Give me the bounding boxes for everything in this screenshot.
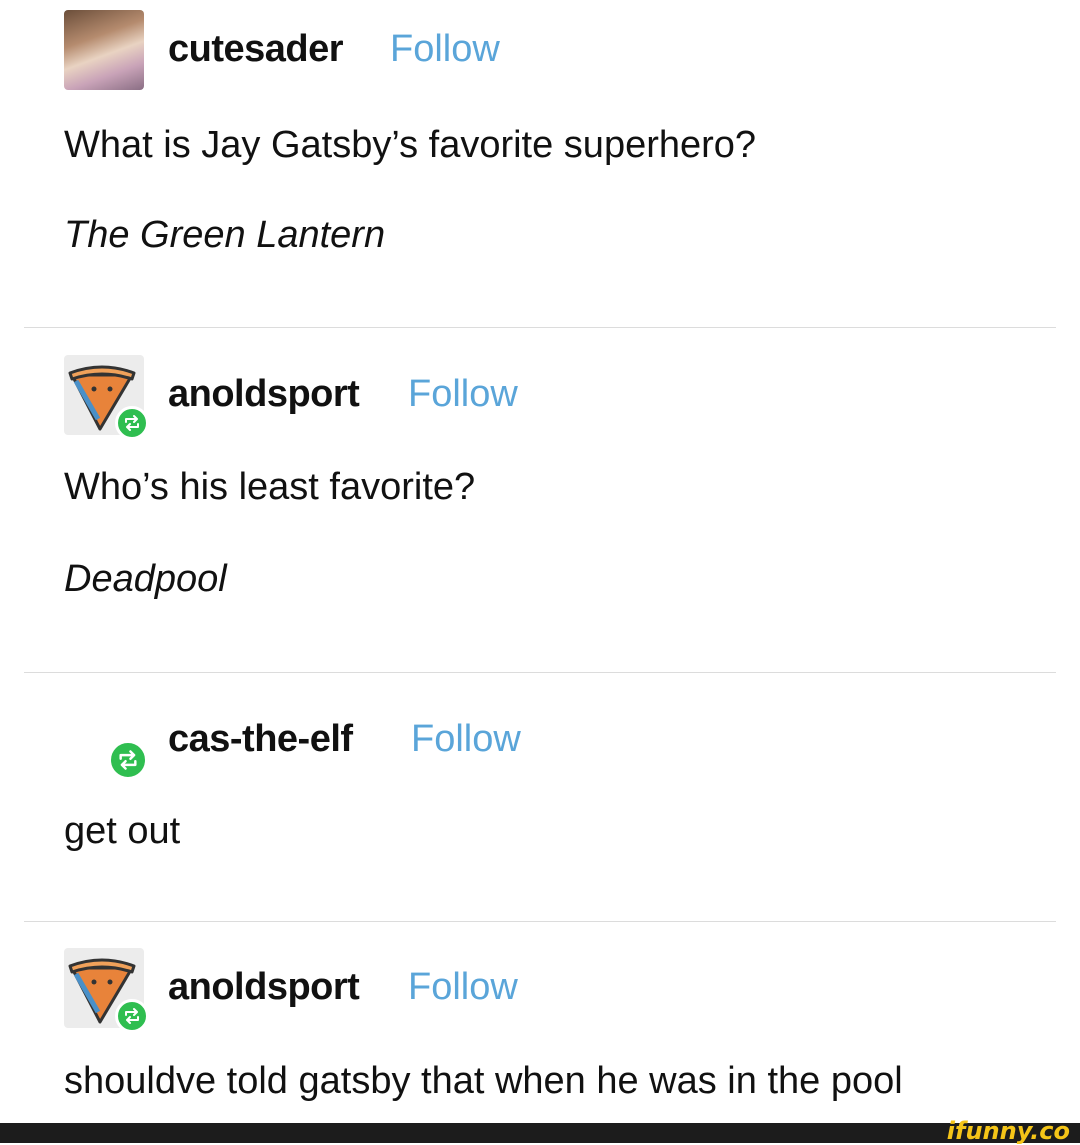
divider (24, 327, 1056, 328)
post-text-italic: Deadpool (64, 558, 227, 600)
reblog-badge (115, 406, 149, 440)
follow-button[interactable]: Follow (390, 28, 500, 71)
reblog-badge (115, 999, 149, 1033)
username[interactable]: cas-the-elf (168, 718, 353, 761)
reblog-icon (119, 750, 137, 770)
reblog-badge (108, 740, 148, 780)
divider (24, 672, 1056, 673)
post-text: get out (64, 810, 181, 852)
username[interactable]: anoldsport (168, 373, 360, 416)
reblog-icon (125, 1008, 139, 1024)
follow-button[interactable]: Follow (408, 373, 518, 416)
watermark-logo: ifunny.co (946, 1117, 1070, 1145)
divider (24, 921, 1056, 922)
avatar[interactable] (64, 10, 144, 90)
follow-button[interactable]: Follow (408, 966, 518, 1009)
reblog-icon (125, 415, 139, 431)
post-text-italic: The Green Lantern (64, 214, 386, 256)
post-text: What is Jay Gatsby’s favorite superhero? (64, 124, 757, 166)
watermark-bar: ifunny.co (0, 1117, 1080, 1145)
post-text: Who’s his least favorite? (64, 466, 476, 508)
follow-button[interactable]: Follow (411, 718, 521, 761)
username[interactable]: cutesader (168, 28, 344, 71)
post-text: shouldve told gatsby that when he was in… (64, 1060, 903, 1102)
username[interactable]: anoldsport (168, 966, 360, 1009)
